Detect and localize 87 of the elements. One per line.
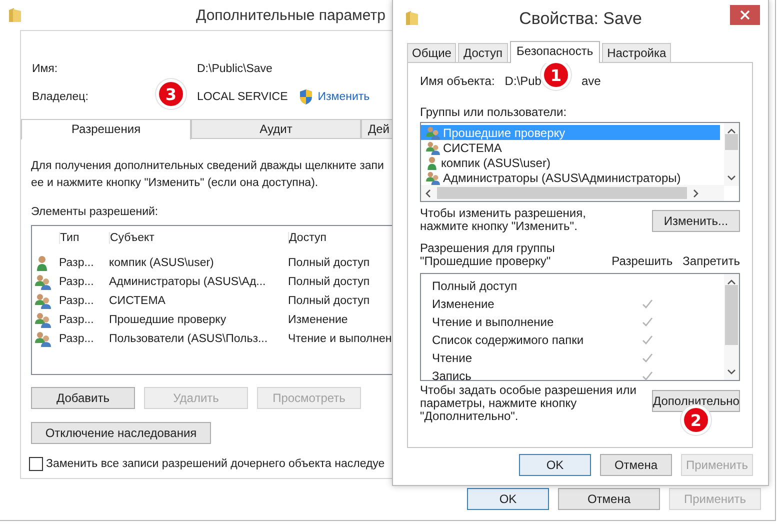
info-text: Для получения дополнительных сведений дважды щелкните запи ее и нажмите кнопку "Изменить" (если она доступна). bbox=[31, 159, 384, 191]
table-cell: компик (ASUS\user) bbox=[109, 256, 214, 268]
table-cell: Разр... bbox=[59, 294, 94, 306]
step-badge: 1 bbox=[544, 63, 568, 87]
section-label: Элементы разрешений: bbox=[31, 206, 158, 218]
table-cell: Изменение bbox=[288, 314, 348, 326]
tab[interactable]: Настройка bbox=[602, 43, 672, 62]
permission-name: Список содержимого папки bbox=[432, 333, 585, 347]
button[interactable]: Отключение наследования bbox=[31, 422, 211, 444]
group-icon bbox=[425, 140, 441, 154]
field-label: Имя: bbox=[32, 62, 58, 77]
field-value: D:\Public\Save bbox=[197, 62, 272, 77]
button[interactable]: Изменить... bbox=[652, 210, 740, 232]
table-cell: Полный доступ bbox=[288, 256, 370, 268]
permission-name: Чтение bbox=[432, 351, 474, 365]
table-cell: Пользователи (ASUS\Польз... bbox=[109, 332, 268, 344]
permission-name: Изменение bbox=[432, 297, 496, 311]
field-value: D:\Pub bbox=[504, 73, 542, 89]
user-icon bbox=[35, 254, 49, 270]
permission-name: Чтение и выполнение bbox=[432, 315, 555, 329]
column-header[interactable]: Доступ bbox=[288, 232, 326, 244]
hint-text: Чтобы задать особые разрешения или параметры, нажмите кнопку "Дополнительно". bbox=[420, 384, 636, 423]
list-item[interactable]: СИСТЕМА bbox=[421, 140, 720, 155]
tab[interactable]: Доступ bbox=[458, 43, 508, 62]
chevron-up-icon[interactable] bbox=[727, 128, 736, 134]
folder-icon bbox=[8, 7, 22, 23]
vertical-scrollbar[interactable] bbox=[724, 123, 739, 186]
chevron-down-icon[interactable] bbox=[727, 369, 736, 375]
group-icon bbox=[35, 330, 51, 346]
field-label: Владелец: bbox=[32, 90, 88, 105]
table-cell: Разр... bbox=[59, 314, 94, 326]
shield-icon bbox=[298, 89, 313, 105]
list-item[interactable]: компик (ASUS\user) bbox=[421, 155, 720, 170]
checkbox-label: Заменить все записи разрешений дочернего объекта наследуе bbox=[46, 458, 385, 470]
tab[interactable]: Общие bbox=[407, 43, 456, 62]
group-icon bbox=[425, 126, 441, 140]
user-icon bbox=[425, 156, 439, 170]
permission-name: Полный доступ bbox=[432, 279, 518, 293]
tab[interactable]: Аудит bbox=[191, 119, 361, 139]
vertical-scrollbar[interactable] bbox=[724, 274, 739, 380]
chevron-up-icon[interactable] bbox=[727, 279, 736, 285]
table-cell: Полный доступ bbox=[288, 276, 370, 288]
column-header[interactable]: Субъект bbox=[109, 232, 154, 244]
field-label: Имя объекта: bbox=[420, 73, 495, 89]
column-header: Разрешить bbox=[612, 255, 673, 268]
table-cell: Администраторы (ASUS\Ад... bbox=[109, 276, 266, 288]
change-owner-link[interactable]: Изменить bbox=[318, 89, 370, 105]
button[interactable]: OK bbox=[519, 454, 591, 476]
close-icon[interactable] bbox=[740, 10, 750, 20]
button[interactable]: Отмена bbox=[558, 488, 660, 510]
table-cell: Полный доступ bbox=[288, 294, 370, 306]
table-cell: СИСТЕМА bbox=[109, 294, 166, 306]
button[interactable]: Дополнительно bbox=[652, 390, 740, 412]
field-value: LOCAL SERVICE bbox=[197, 90, 288, 105]
close-button[interactable] bbox=[730, 5, 760, 25]
group-icon bbox=[425, 170, 441, 184]
group-icon bbox=[35, 274, 51, 290]
tab[interactable]: Безопасность bbox=[510, 41, 600, 63]
button[interactable]: Добавить bbox=[31, 387, 135, 409]
step-badge: 3 bbox=[159, 82, 183, 106]
chevron-right-icon[interactable] bbox=[693, 188, 699, 198]
field-value: ave bbox=[581, 73, 601, 89]
section-label: Группы или пользователи: bbox=[420, 105, 568, 119]
column-header: Запретить bbox=[682, 255, 740, 268]
button[interactable]: Отмена bbox=[600, 454, 672, 476]
section-label: Разрешения для группы "Прошедшие проверку" bbox=[420, 242, 556, 268]
table-cell: Разр... bbox=[59, 256, 94, 268]
step-badge: 2 bbox=[684, 408, 708, 432]
group-icon bbox=[35, 292, 51, 308]
button[interactable]: OK bbox=[467, 488, 549, 510]
checkbox[interactable] bbox=[29, 457, 43, 471]
table-cell: Разр... bbox=[59, 332, 94, 344]
folder-icon bbox=[405, 10, 419, 26]
tab[interactable]: Разрешения bbox=[21, 119, 191, 140]
table-cell: Разр... bbox=[59, 276, 94, 288]
hint-text: Чтобы изменить разрешения, нажмите кнопку "Изменить". bbox=[420, 207, 586, 233]
table-cell: Чтение и выполнен bbox=[288, 332, 392, 344]
table-cell: Прошедшие проверку bbox=[109, 314, 226, 326]
chevron-down-icon[interactable] bbox=[727, 175, 736, 181]
column-header[interactable]: Тип bbox=[59, 232, 80, 244]
list-item[interactable]: Администраторы (ASUS\Администраторы) bbox=[421, 170, 720, 185]
window-title: Свойства: Save bbox=[519, 9, 642, 29]
window-title: Дополнительные параметр bbox=[196, 6, 386, 24]
permission-name: Запись bbox=[432, 369, 472, 383]
chevron-left-icon[interactable] bbox=[425, 188, 431, 198]
group-icon bbox=[35, 312, 51, 328]
horizontal-scrollbar[interactable] bbox=[421, 185, 724, 201]
